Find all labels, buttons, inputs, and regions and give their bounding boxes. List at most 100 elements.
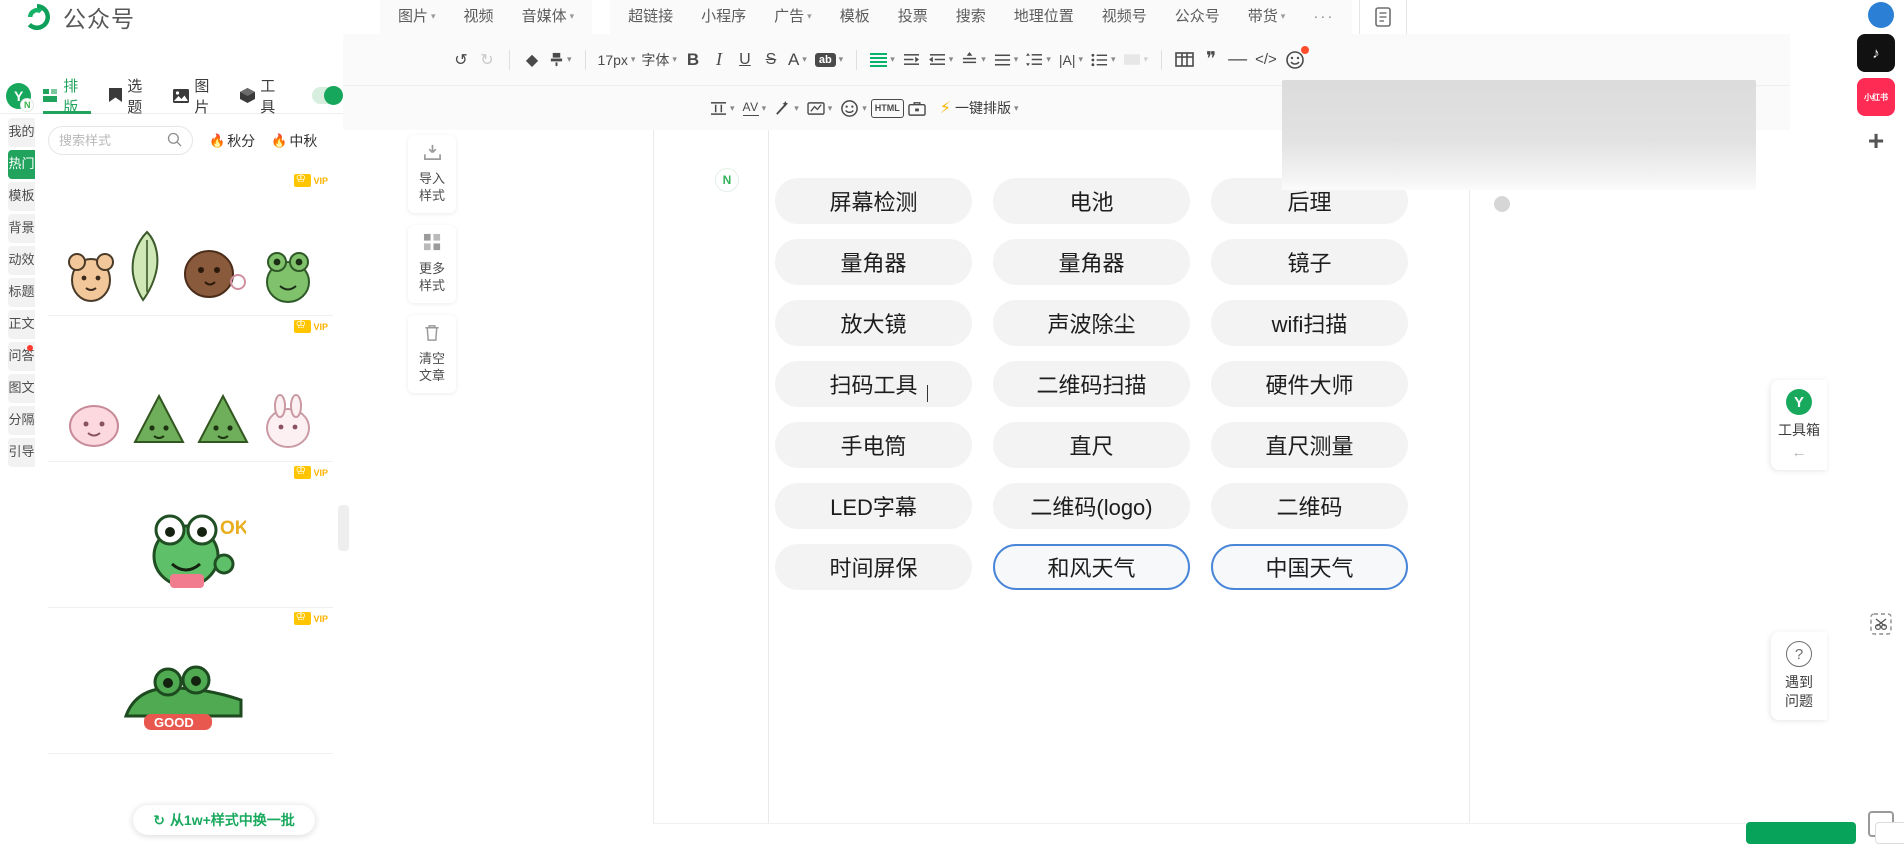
pill-button[interactable]: wifi扫描 xyxy=(1211,300,1408,346)
av-spacing-button[interactable]: AV ▾ xyxy=(739,93,771,123)
tab-paiban[interactable]: 排版 xyxy=(43,78,92,116)
mp-menu-item-template[interactable]: 模板 xyxy=(826,0,884,34)
style-card-list[interactable]: VIP VIP VIP xyxy=(48,170,333,845)
style-card[interactable]: VIP xyxy=(48,316,333,462)
right-rail-help[interactable]: ? 遇到问题 xyxy=(1771,632,1827,720)
align-button[interactable]: ▾ xyxy=(866,45,899,75)
tab-gongju[interactable]: 工具 xyxy=(240,78,288,116)
strikethrough-button[interactable]: S xyxy=(758,45,784,75)
chart-icon[interactable]: ▾ xyxy=(803,93,837,123)
pill-button[interactable]: 时间屏保 xyxy=(775,544,972,590)
table-icon[interactable] xyxy=(1171,45,1198,75)
bullet-list-button[interactable]: ▾ xyxy=(1087,45,1120,75)
right-rail-toolbox[interactable]: Y 工具箱 ← xyxy=(1771,380,1827,470)
tiktok-extension-icon[interactable]: ♪ xyxy=(1857,34,1895,72)
style-card[interactable]: VIP GOOD xyxy=(48,608,333,754)
ordered-list-button[interactable]: ▾ xyxy=(1120,45,1153,75)
avatar[interactable] xyxy=(1868,2,1894,28)
indent-increase-button[interactable] xyxy=(899,45,925,75)
mp-menu-item-vote[interactable]: 投票 xyxy=(884,0,942,34)
format-brush-icon[interactable]: ▾ xyxy=(545,45,576,75)
undo-button[interactable]: ↺ xyxy=(448,45,474,75)
primary-action-button[interactable] xyxy=(1746,822,1856,844)
quote-icon[interactable]: ❞ xyxy=(1198,45,1224,75)
pill-button[interactable]: 电池 xyxy=(993,178,1190,224)
line-height-button[interactable]: ▾ xyxy=(957,45,990,75)
eraser-icon[interactable]: ◆ xyxy=(519,45,545,75)
emoji-insert-icon[interactable]: ▾ xyxy=(836,93,871,123)
secondary-action-button[interactable] xyxy=(1875,822,1904,844)
category-item-wenda[interactable]: 问答 xyxy=(8,342,35,371)
paragraph-spacing-button[interactable]: ▾ xyxy=(1022,45,1055,75)
pill-button[interactable]: 硬件大师 xyxy=(1211,361,1408,407)
mp-menu-item-audio[interactable]: 音媒体 ▾ xyxy=(508,0,589,35)
category-item-remen[interactable]: 热门 xyxy=(8,150,35,179)
font-family-selector[interactable]: 字体 ▾ xyxy=(638,45,680,75)
pill-button[interactable]: 声波除尘 xyxy=(993,300,1190,346)
pill-button[interactable]: 量角器 xyxy=(775,239,972,285)
pill-button[interactable]: 扫码工具 xyxy=(775,361,972,407)
text-layout-icon[interactable]: ▾ xyxy=(706,93,739,123)
pill-button[interactable]: 直尺 xyxy=(993,422,1190,468)
panel-collapse-handle[interactable] xyxy=(338,505,349,551)
quick-format-button[interactable]: ⚡ 一键排版 ▾ xyxy=(940,98,1019,118)
divider-icon[interactable]: — xyxy=(1224,45,1251,75)
pill-button-selected[interactable]: 中国天气 xyxy=(1211,544,1408,590)
pill-button[interactable]: 二维码扫描 xyxy=(993,361,1190,407)
pill-button-selected[interactable]: 和风天气 xyxy=(993,544,1190,590)
more-styles-button[interactable]: 更多 样式 xyxy=(408,225,456,303)
mp-menu-item-more[interactable]: ··· xyxy=(1299,0,1348,34)
hot-tag-qiufen[interactable]: 🔥 秋分 xyxy=(209,131,255,151)
category-item-beijing[interactable]: 背景 xyxy=(8,214,35,243)
emoji-icon[interactable] xyxy=(1281,45,1309,75)
magic-wand-icon[interactable]: ▾ xyxy=(770,93,803,123)
italic-button[interactable]: I xyxy=(706,45,732,75)
style-card[interactable]: VIP xyxy=(48,170,333,316)
mp-menu-item-ad[interactable]: 广告 ▾ xyxy=(760,0,826,35)
tab-xuanti[interactable]: 选题 xyxy=(109,78,155,116)
plugin-toggle-switch[interactable] xyxy=(312,86,343,105)
import-style-button[interactable]: 导入 样式 xyxy=(408,135,456,213)
pill-button[interactable]: 直尺测量 xyxy=(1211,422,1408,468)
hot-tag-zhongqiu[interactable]: 🔥 中秋 xyxy=(271,131,317,151)
pill-button[interactable]: 镜子 xyxy=(1211,239,1408,285)
mp-menu-item-miniprogram[interactable]: 小程序 xyxy=(687,0,760,34)
mp-menu-item-image[interactable]: 图片 ▾ xyxy=(384,0,450,35)
pill-button[interactable]: 二维码 xyxy=(1211,483,1408,529)
clear-article-button[interactable]: 清空 文章 xyxy=(408,315,456,393)
category-item-zhengwen[interactable]: 正文 xyxy=(8,310,35,339)
style-card[interactable]: VIP OK! xyxy=(48,462,333,608)
category-item-tuwen[interactable]: 图文 xyxy=(8,374,35,403)
pill-button[interactable]: 手电筒 xyxy=(775,422,972,468)
bold-button[interactable]: B xyxy=(680,45,706,75)
category-item-dongxiao[interactable]: 动效 xyxy=(8,246,35,275)
category-item-yindao[interactable]: 引导 xyxy=(8,438,35,467)
indent-decrease-button[interactable]: ▾ xyxy=(925,45,958,75)
ai-assistant-badge[interactable]: N xyxy=(715,168,739,192)
pill-button[interactable]: 屏幕检测 xyxy=(775,178,972,224)
redo-button[interactable]: ↻ xyxy=(474,45,500,75)
toolbox-icon[interactable] xyxy=(904,93,930,123)
mp-menu-item-location[interactable]: 地理位置 xyxy=(1000,0,1088,34)
scissors-icon[interactable] xyxy=(1870,613,1892,640)
align-justify-button[interactable]: ▾ xyxy=(990,45,1023,75)
search-input[interactable] xyxy=(59,133,167,148)
tab-tupian[interactable]: 图片 xyxy=(173,78,222,116)
pill-button[interactable]: 二维码(logo) xyxy=(993,483,1190,529)
overlay-mask-knob[interactable] xyxy=(1494,196,1510,212)
pill-button[interactable]: 量角器 xyxy=(993,239,1190,285)
xiaohongshu-extension-icon[interactable]: 小红书 xyxy=(1857,78,1895,116)
search-box[interactable] xyxy=(48,126,193,155)
mp-menu-item-video[interactable]: 视频 xyxy=(450,0,508,34)
pill-button[interactable]: LED字幕 xyxy=(775,483,972,529)
category-item-muban[interactable]: 模板 xyxy=(8,182,35,211)
mp-menu-item-channels[interactable]: 视频号 xyxy=(1088,0,1161,34)
html-button[interactable]: HTML xyxy=(870,98,904,118)
mp-menu-item-hyperlink[interactable]: 超链接 xyxy=(614,0,687,34)
refresh-styles-button[interactable]: ↻ 从1w+样式中换一批 xyxy=(133,805,315,835)
mp-menu-item-search[interactable]: 搜索 xyxy=(942,0,1000,34)
pill-button[interactable]: 放大镜 xyxy=(775,300,972,346)
mp-menu-item-official-account[interactable]: 公众号 xyxy=(1161,0,1234,34)
add-extension-button[interactable]: + xyxy=(1857,122,1895,160)
letter-spacing-button[interactable]: |A| ▾ xyxy=(1055,45,1087,75)
